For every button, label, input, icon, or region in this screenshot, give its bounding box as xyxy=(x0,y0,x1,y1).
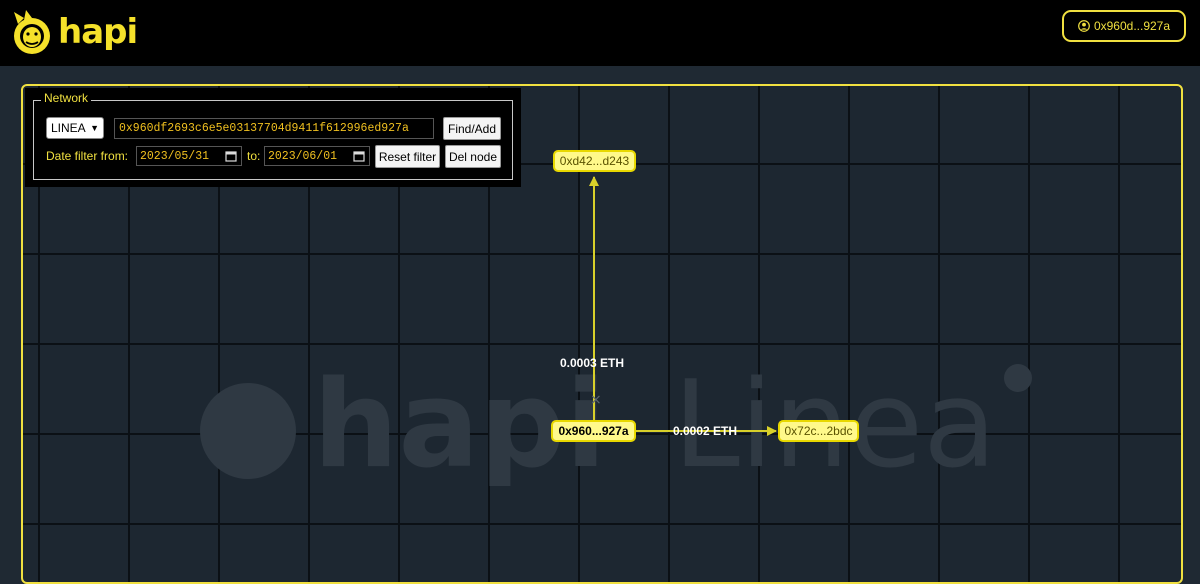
graph-node-top[interactable]: 0xd42...d243 xyxy=(553,150,636,172)
date-to-value: 2023/06/01 xyxy=(268,149,338,163)
graph-edges: × xyxy=(589,176,777,436)
del-node-button[interactable]: Del node xyxy=(445,145,501,168)
edge-label-top: 0.0003 ETH xyxy=(560,356,625,370)
date-filter-from-label: Date filter from: xyxy=(46,149,129,163)
graph-node-right[interactable]: 0x72c...2bdc xyxy=(778,420,859,442)
date-to-label: to: xyxy=(247,149,261,163)
graph-node-center[interactable]: 0x960...927a xyxy=(551,420,636,442)
calendar-icon[interactable] xyxy=(225,150,237,162)
calendar-icon[interactable] xyxy=(353,150,365,162)
network-fieldset xyxy=(33,100,513,180)
close-icon: × xyxy=(590,392,602,408)
find-add-button[interactable]: Find/Add xyxy=(443,117,501,140)
fieldset-legend: Network xyxy=(41,90,92,106)
chevron-down-icon: ▼ xyxy=(90,123,99,133)
reset-filter-button[interactable]: Reset filter xyxy=(375,145,440,168)
date-from-value: 2023/05/31 xyxy=(140,149,210,163)
address-value: 0x960df2693c6e5e03137704d9411f612996ed92… xyxy=(119,122,409,135)
network-value: LINEA xyxy=(51,121,86,135)
edge-label-right: 0.0002 ETH xyxy=(673,424,738,438)
date-to-input[interactable]: 2023/06/01 xyxy=(264,146,370,166)
network-select[interactable]: LINEA ▼ xyxy=(46,117,104,139)
address-input[interactable]: 0x960df2693c6e5e03137704d9411f612996ed92… xyxy=(114,118,434,139)
date-from-input[interactable]: 2023/05/31 xyxy=(136,146,242,166)
